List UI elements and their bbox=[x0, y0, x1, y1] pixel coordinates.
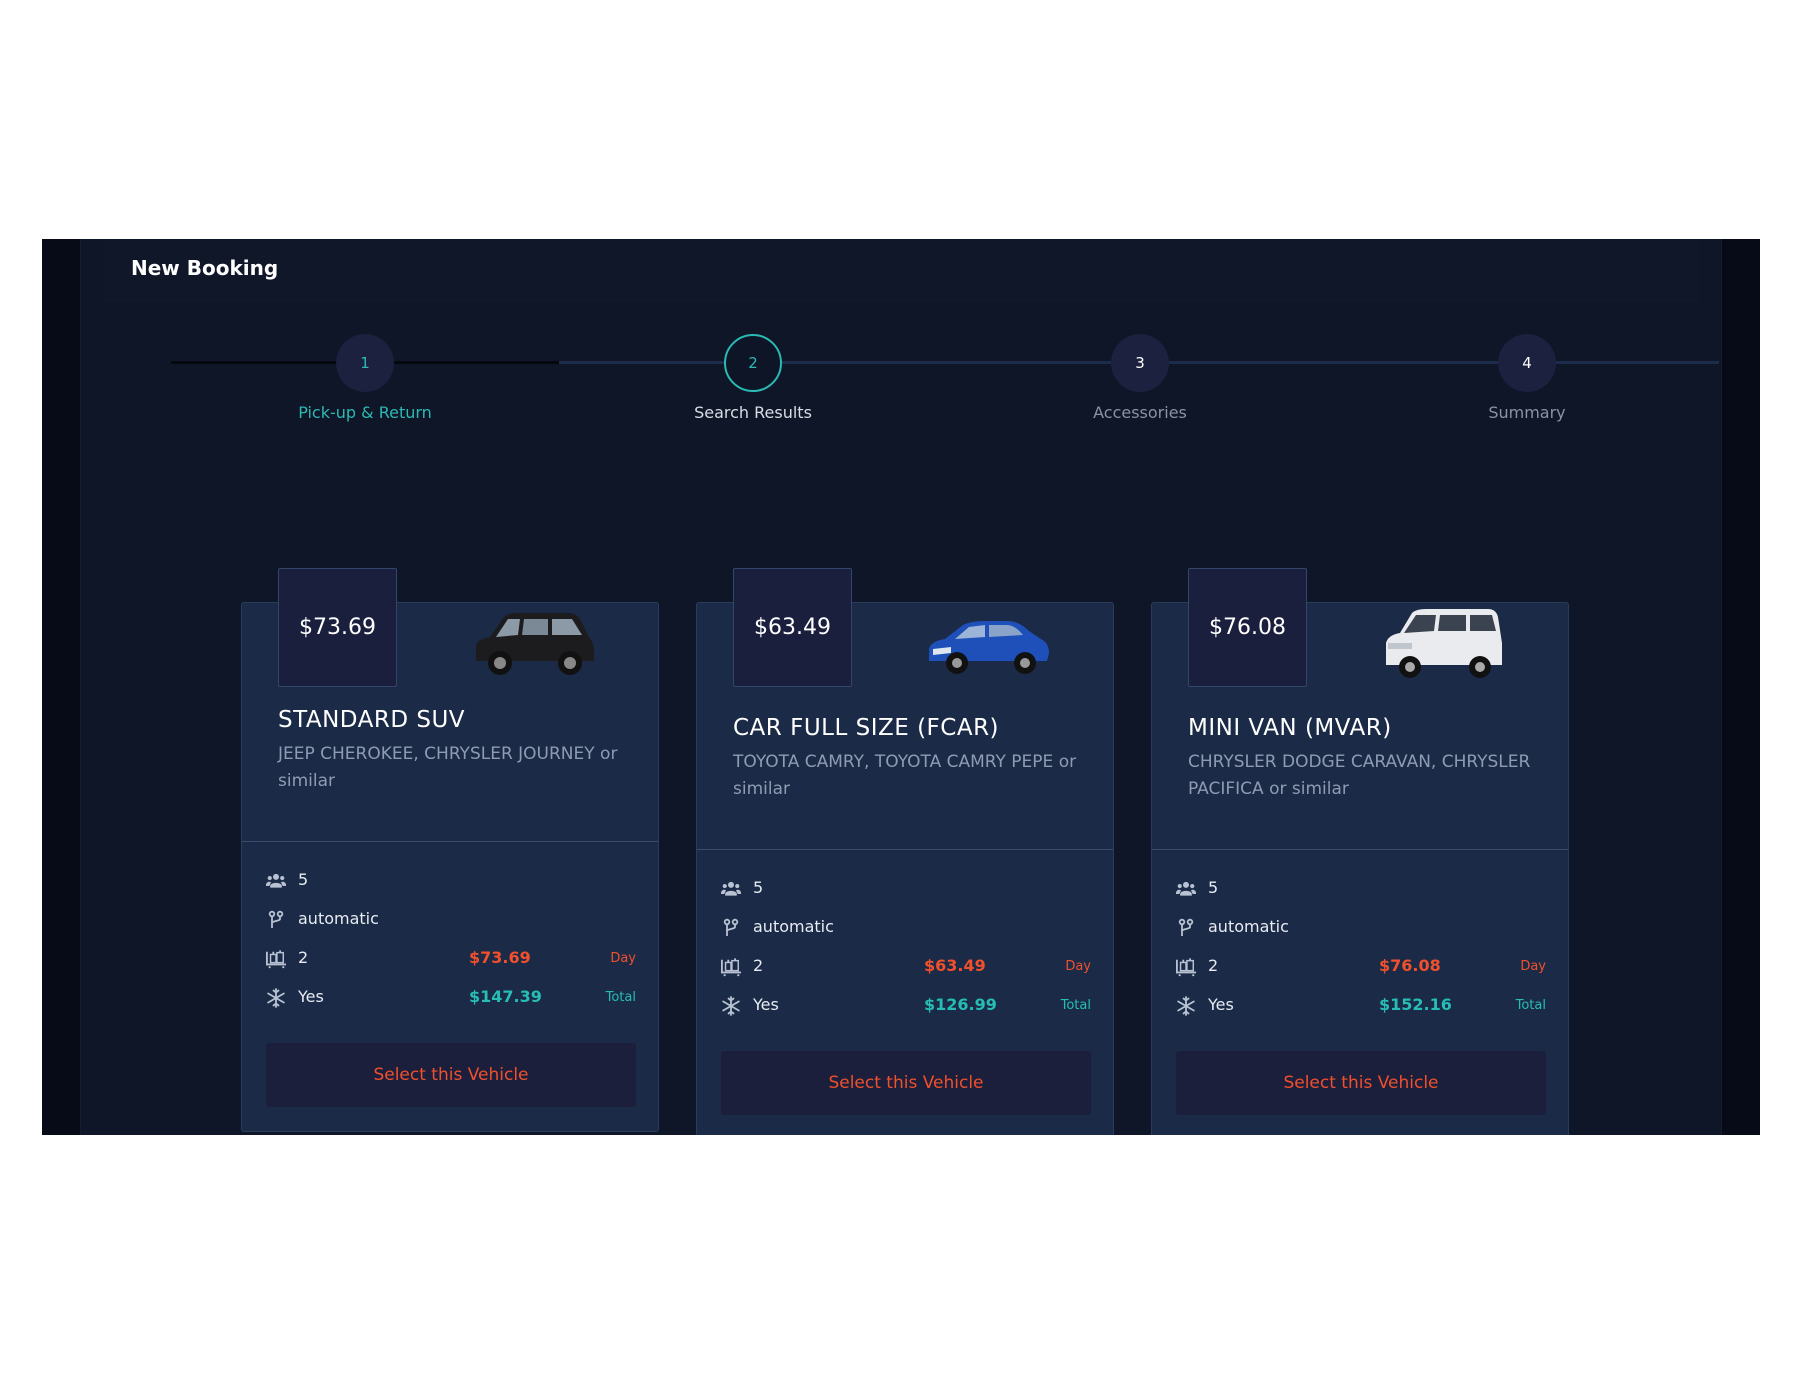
card-divider bbox=[242, 841, 658, 842]
spec-bags: 2 $73.69 Day bbox=[266, 946, 636, 972]
users-icon bbox=[721, 879, 741, 899]
spec-air-conditioning: Yes $147.39 Total bbox=[266, 985, 636, 1011]
vehicle-models: CHRYSLER DODGE CARAVAN, CHRYSLER PACIFIC… bbox=[1188, 752, 1531, 799]
ac-value: Yes bbox=[298, 987, 324, 1006]
step-pickup-return[interactable]: 1 Pick-up & Return bbox=[245, 334, 485, 422]
select-vehicle-button[interactable]: Select this Vehicle bbox=[721, 1051, 1091, 1115]
users-icon bbox=[266, 871, 286, 891]
transmission-type: automatic bbox=[753, 917, 834, 936]
transmission-icon bbox=[266, 910, 286, 930]
spec-bags: 2 $63.49 Day bbox=[721, 954, 1091, 980]
total-label: Total bbox=[1060, 998, 1091, 1013]
spec-bags: 2 $76.08 Day bbox=[1176, 954, 1546, 980]
transmission-type: automatic bbox=[1208, 917, 1289, 936]
page-title: New Booking bbox=[131, 256, 279, 280]
spec-transmission: automatic bbox=[266, 907, 636, 933]
sedan-car-icon bbox=[929, 621, 1049, 674]
users-icon bbox=[1176, 879, 1196, 899]
day-price: $76.08 bbox=[1379, 956, 1441, 975]
vehicle-name: STANDARD SUV bbox=[278, 707, 466, 733]
ac-value: Yes bbox=[753, 995, 779, 1014]
step-label: Accessories bbox=[1093, 403, 1187, 422]
step-number-circle: 3 bbox=[1111, 334, 1169, 392]
page-header: New Booking bbox=[105, 239, 1699, 301]
day-label: Day bbox=[610, 951, 636, 966]
total-price: $147.39 bbox=[469, 987, 542, 1006]
snowflake-icon bbox=[721, 996, 741, 1016]
total-label: Total bbox=[1515, 998, 1546, 1013]
step-label: Pick-up & Return bbox=[298, 403, 432, 422]
select-vehicle-button[interactable]: Select this Vehicle bbox=[266, 1043, 636, 1107]
card-divider bbox=[1152, 849, 1568, 850]
select-vehicle-button[interactable]: Select this Vehicle bbox=[1176, 1051, 1546, 1115]
spec-air-conditioning: Yes $152.16 Total bbox=[1176, 993, 1546, 1019]
total-label: Total bbox=[605, 990, 636, 1005]
snowflake-icon bbox=[266, 988, 286, 1008]
luggage-icon bbox=[266, 949, 286, 969]
step-summary[interactable]: 4 Summary bbox=[1407, 334, 1647, 422]
spec-air-conditioning: Yes $126.99 Total bbox=[721, 993, 1091, 1019]
step-accessories[interactable]: 3 Accessories bbox=[1020, 334, 1260, 422]
bag-count: 2 bbox=[298, 948, 309, 967]
step-number-circle: 4 bbox=[1498, 334, 1556, 392]
vehicle-price-box: $76.08 bbox=[1188, 568, 1307, 687]
passenger-count: 5 bbox=[298, 870, 309, 889]
step-search-results[interactable]: 2 Search Results bbox=[633, 334, 873, 422]
vehicle-name: CAR FULL SIZE (FCAR) bbox=[733, 715, 1000, 741]
booking-panel: New Booking 1 Pick-up & Return 2 Search … bbox=[80, 239, 1722, 1135]
day-price: $63.49 bbox=[924, 956, 986, 975]
snowflake-icon bbox=[1176, 996, 1196, 1016]
day-price: $73.69 bbox=[469, 948, 531, 967]
minivan-car-icon bbox=[1386, 609, 1502, 678]
spec-passengers: 5 bbox=[721, 876, 1091, 902]
ac-value: Yes bbox=[1208, 995, 1234, 1014]
vehicle-models: JEEP CHEROKEE, CHRYSLER JOURNEY or simil… bbox=[278, 744, 618, 791]
day-label: Day bbox=[1520, 959, 1546, 974]
spec-passengers: 5 bbox=[266, 868, 636, 894]
luggage-icon bbox=[721, 957, 741, 977]
total-price: $152.16 bbox=[1379, 995, 1452, 1014]
vehicle-card-standard-suv: $73.69 STANDARD SUV JEEP CHEROKEE, CHRYS… bbox=[241, 568, 659, 1132]
step-label: Search Results bbox=[694, 403, 812, 422]
vehicle-price-box: $73.69 bbox=[278, 568, 397, 687]
total-price: $126.99 bbox=[924, 995, 997, 1014]
transmission-type: automatic bbox=[298, 909, 379, 928]
booking-stepper: 1 Pick-up & Return 2 Search Results 3 Ac… bbox=[171, 334, 1719, 424]
luggage-icon bbox=[1176, 957, 1196, 977]
passenger-count: 5 bbox=[753, 878, 764, 897]
passenger-count: 5 bbox=[1208, 878, 1219, 897]
step-number-circle: 1 bbox=[336, 334, 394, 392]
spec-transmission: automatic bbox=[1176, 915, 1546, 941]
step-label: Summary bbox=[1488, 403, 1566, 422]
card-divider bbox=[697, 849, 1113, 850]
step-number-circle: 2 bbox=[724, 334, 782, 392]
app-window: New Booking 1 Pick-up & Return 2 Search … bbox=[42, 239, 1760, 1135]
vehicle-card-mini-van: $76.08 MINI VAN (MVAR) CHRYSLER DODGE CA… bbox=[1151, 568, 1569, 1135]
vehicle-card-full-size: $63.49 CAR FULL SIZE (FCAR) TOYOTA CAMRY… bbox=[696, 568, 1114, 1135]
suv-car-icon bbox=[476, 613, 594, 675]
bag-count: 2 bbox=[1208, 956, 1219, 975]
vehicle-models: TOYOTA CAMRY, TOYOTA CAMRY PEPE or simil… bbox=[733, 752, 1077, 799]
vehicle-name: MINI VAN (MVAR) bbox=[1188, 715, 1392, 741]
spec-passengers: 5 bbox=[1176, 876, 1546, 902]
transmission-icon bbox=[721, 918, 741, 938]
spec-transmission: automatic bbox=[721, 915, 1091, 941]
vehicle-price-box: $63.49 bbox=[733, 568, 852, 687]
bag-count: 2 bbox=[753, 956, 764, 975]
day-label: Day bbox=[1065, 959, 1091, 974]
transmission-icon bbox=[1176, 918, 1196, 938]
